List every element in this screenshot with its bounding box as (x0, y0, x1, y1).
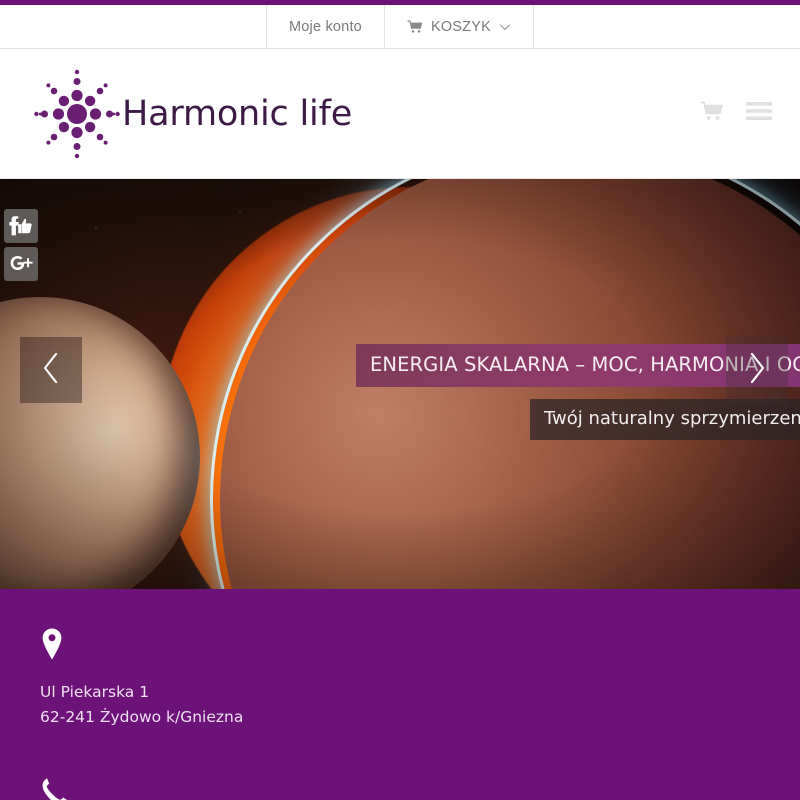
map-pin-icon (40, 627, 800, 666)
brand-name: Harmonic life (122, 93, 353, 134)
google-plus-icon[interactable] (4, 247, 38, 281)
page-root: Moje konto KOSZYK Harmonic life ENERGIA … (0, 0, 800, 800)
top-bar-items: Moje konto KOSZYK (266, 5, 534, 48)
top-bar: Moje konto KOSZYK (0, 5, 800, 49)
footer-address-line-2: 62-241 Żydowo k/Gniezna (40, 708, 244, 727)
slider-prev-button[interactable] (20, 337, 82, 403)
site-footer: Ul Piekarska 1 62-241 Żydowo k/Gniezna (0, 589, 800, 800)
cart-label: KOSZYK (430, 18, 491, 35)
hero-slider: ENERGIA SKALARNA – MOC, HARMONIA I OCHRO… (0, 179, 800, 589)
site-header: Harmonic life (0, 49, 800, 179)
brand-logo-link[interactable]: Harmonic life (34, 68, 352, 160)
social-share-buttons (4, 209, 38, 281)
footer-address-block: Ul Piekarska 1 62-241 Żydowo k/Gniezna (40, 627, 800, 730)
header-actions (700, 101, 772, 127)
footer-address-line-1: Ul Piekarska 1 (40, 683, 150, 701)
my-account-link[interactable]: Moje konto (266, 5, 384, 48)
facebook-like-icon[interactable] (4, 209, 38, 243)
chevron-right-icon (746, 351, 768, 390)
cart-dropdown[interactable]: KOSZYK (383, 5, 534, 48)
chevron-left-icon (40, 351, 62, 390)
sunburst-dots-icon (34, 68, 120, 160)
hamburger-menu-icon[interactable] (746, 101, 772, 126)
phone-icon (40, 776, 800, 800)
my-account-label: Moje konto (289, 18, 362, 35)
chevron-down-icon (499, 21, 511, 33)
slide-subtitle: Twój naturalny sprzymierzeniec (530, 399, 800, 440)
shopping-cart-icon (407, 19, 423, 34)
slider-next-button[interactable] (726, 337, 788, 403)
header-cart-icon[interactable] (700, 101, 724, 127)
